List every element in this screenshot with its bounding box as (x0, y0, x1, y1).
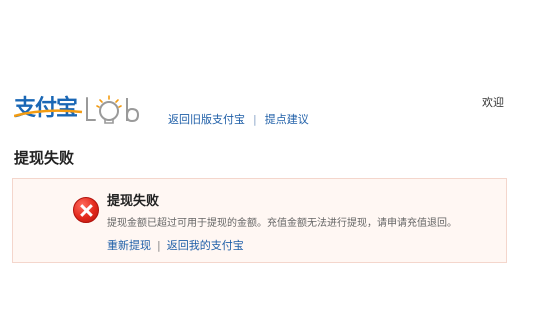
error-icon (73, 197, 99, 223)
welcome-text: 欢迎 (482, 96, 504, 109)
lab-bulb-icon (86, 95, 140, 124)
back-to-my-alipay-link[interactable]: 返回我的支付宝 (167, 239, 244, 252)
back-to-old-alipay-link[interactable]: 返回旧版支付宝 (168, 113, 245, 126)
header: 支付宝 返回旧版支付宝 | 提点建议 欢迎 (0, 0, 533, 135)
error-notice: 提现失败 提现金额已超过可用于提现的金额。充值金额无法进行提现，请申请充值退回。… (12, 178, 507, 263)
logo-swoosh-icon (14, 109, 83, 118)
notice-title: 提现失败 (107, 194, 160, 209)
link-separator: | (253, 113, 257, 126)
feedback-link[interactable]: 提点建议 (265, 113, 309, 126)
page-title: 提现失败 (14, 149, 75, 167)
notice-links: 重新提现 | 返回我的支付宝 (107, 237, 244, 253)
notice-message: 提现金额已超过可用于提现的金额。充值金额无法进行提现，请申请充值退回。 (107, 218, 457, 229)
alipay-lab-logo[interactable]: 支付宝 (14, 90, 141, 124)
retry-withdraw-link[interactable]: 重新提现 (107, 239, 151, 252)
notice-link-separator: | (157, 239, 161, 252)
top-links: 返回旧版支付宝 | 提点建议 (168, 111, 309, 127)
